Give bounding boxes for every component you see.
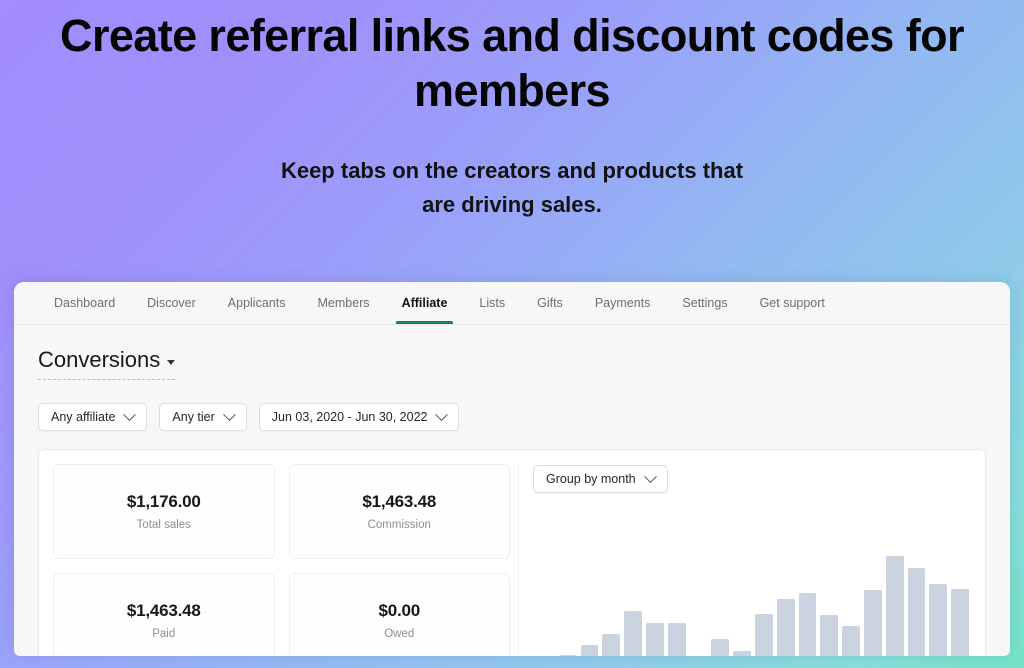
bar [885,556,904,656]
stat-card-paid: $1,463.48 Paid [53,573,275,656]
stat-value: $1,463.48 [126,601,201,620]
bar [624,611,642,656]
chart-pane: Group by month [518,464,971,656]
stat-label: Owed [384,628,415,640]
bar [580,645,599,656]
tab-label: Affiliate [401,296,448,310]
stat-label: Paid [152,628,176,640]
bar [645,623,664,656]
tab-applicants[interactable]: Applicants [212,282,302,324]
bar [754,613,773,656]
chevron-down-icon [435,407,449,421]
bar [776,599,795,656]
group-by-dropdown[interactable]: Group by month [533,465,668,493]
page-headline: Create referral links and discount codes… [60,10,964,116]
chevron-down-icon [643,469,657,483]
stat-card-owed: $0.00 Owed [288,573,510,656]
bar [602,634,621,656]
panel-body: Conversions Any affiliate Any tier Jun 03,… [14,325,1010,656]
filter-affiliate[interactable]: Any affiliate [38,403,148,431]
filter-label: Any affiliate [51,410,116,424]
main-navigation-tabs: Dashboard Discover Applicants Members Affili… [14,282,1010,325]
tab-label: Members [317,296,370,310]
filter-tier[interactable]: Any tier [159,403,247,431]
chart-toolbar: Group by month [533,464,971,493]
tab-get-support[interactable]: Get support [744,282,841,324]
tab-label: Dashboard [54,296,116,310]
stat-card-total-sales: $1,176.00 Total sales [53,464,275,559]
tab-label: Gifts [537,296,563,310]
filter-label: Jun 03, 2020 - Jun 30, 2022 [271,410,428,424]
bar [558,654,577,656]
conversions-bar-chart [533,503,971,656]
tab-settings[interactable]: Settings [666,282,743,324]
conversions-title-dropdown[interactable]: Conversions [38,347,176,380]
stat-value: $0.00 [378,601,421,620]
tab-affiliate[interactable]: Affiliate [386,282,464,324]
stat-value: $1,463.48 [362,492,437,511]
stat-card-commission: $1,463.48 Commission [288,464,510,559]
stat-label: Commission [367,519,431,531]
filter-label: Any tier [172,410,215,424]
bar [798,593,817,656]
chevron-down-icon [167,360,176,365]
subheadline-line-2: are driving sales. [422,192,602,217]
group-by-label: Group by month [546,472,636,486]
tab-label: Get support [759,296,825,310]
bar [667,623,686,656]
page-title-label: Conversions [38,347,161,372]
bar [820,615,839,656]
bar [842,625,860,656]
subheadline-line-1: Keep tabs on the creators and products t… [280,158,744,183]
bar [951,588,969,656]
bar [711,639,730,656]
stats-grid: $1,176.00 Total sales $1,463.48 Commission $… [53,464,518,656]
bar [863,589,882,656]
tab-label: Discover [147,296,196,310]
chevron-down-icon [222,407,236,421]
tab-payments[interactable]: Payments [579,282,667,324]
bar [929,583,948,656]
tab-dashboard[interactable]: Dashboard [38,282,131,324]
tab-lists[interactable]: Lists [463,282,521,324]
bar [733,651,751,656]
tab-gifts[interactable]: Gifts [521,282,579,324]
chevron-down-icon [123,407,137,421]
tab-label: Applicants [227,296,286,310]
stat-label: Total sales [136,519,191,531]
app-window: Dashboard Discover Applicants Members Affili… [14,282,1010,656]
filter-date-range[interactable]: Jun 03, 2020 - Jun 30, 2022 [258,403,460,431]
chart-bars [537,556,969,656]
filter-bar: Any affiliate Any tier Jun 03, 2020 - Jun … [38,403,986,431]
bar [907,568,926,656]
hero-section: Create referral links and discount codes… [0,0,1024,222]
stat-value: $1,176.00 [126,492,201,511]
page-title-row: Conversions [38,347,986,380]
tab-discover[interactable]: Discover [131,282,212,324]
page-subheadline: Keep tabs on the creators and products t… [0,154,1024,222]
tab-label: Lists [479,296,506,310]
tab-label: Payments [594,296,651,310]
tab-label: Settings [682,296,728,310]
tab-members[interactable]: Members [301,282,385,324]
conversions-content-card: $1,176.00 Total sales $1,463.48 Commission $… [38,449,986,656]
